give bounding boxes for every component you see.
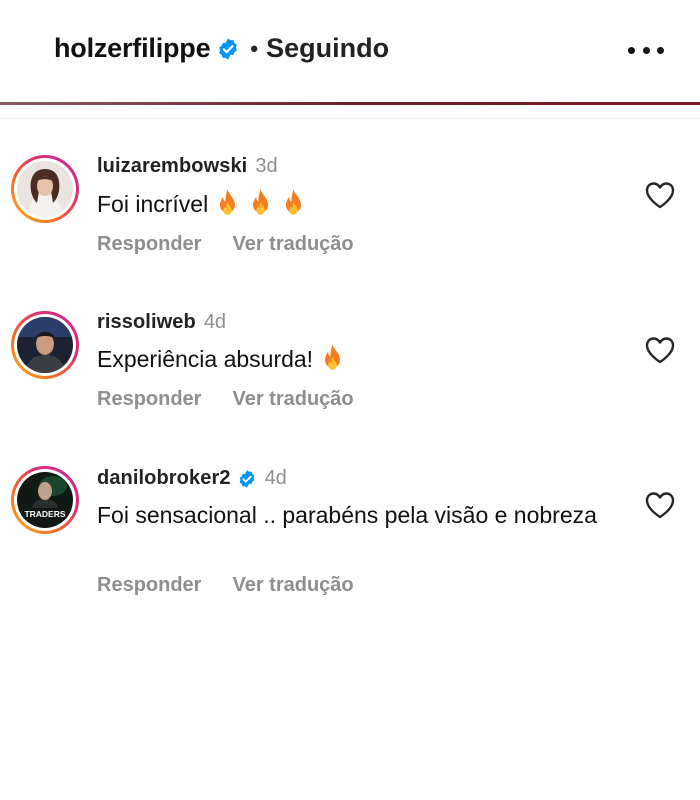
- more-dot: [657, 46, 664, 54]
- heart-icon[interactable]: [644, 180, 676, 210]
- see-translation-button[interactable]: Ver tradução: [232, 388, 353, 411]
- avatar-story-ring[interactable]: [11, 311, 79, 379]
- comment-actions: Responder Ver tradução: [97, 388, 385, 411]
- comment-text: Experiência absurda!: [97, 346, 314, 372]
- comment-time: 4d: [264, 467, 287, 489]
- comment-text: Foi incrível: [97, 191, 209, 217]
- comment-body: Foi sensacional .. parabéns pela visão e…: [97, 500, 597, 530]
- header-username[interactable]: holzerfilippe: [54, 33, 211, 64]
- comment-username[interactable]: rissoliweb: [97, 311, 196, 334]
- comment-text: Foi sensacional .. parabéns pela visão e…: [97, 502, 597, 528]
- header-divider: [0, 102, 700, 105]
- more-dot: [642, 46, 650, 54]
- header-title: holzerfilippe • Seguindo: [54, 33, 389, 64]
- reply-button[interactable]: Responder: [97, 574, 201, 597]
- header-separator: •: [250, 35, 259, 61]
- verified-badge-icon: [219, 38, 238, 60]
- reply-button[interactable]: Responder: [97, 233, 201, 256]
- avatar-story-ring[interactable]: TRADERS: [11, 466, 79, 534]
- fire-emoji-icon: [286, 189, 302, 215]
- comment-username[interactable]: luizarembowski: [97, 155, 247, 178]
- avatar: TRADERS: [17, 472, 73, 528]
- fire-emoji-icon: [253, 189, 269, 215]
- avatar-brand-text: TRADERS: [24, 509, 65, 519]
- comment-actions: Responder Ver tradução: [97, 233, 385, 256]
- more-dot: [628, 46, 635, 54]
- comment-meta: luizarembowski 3d: [97, 155, 278, 178]
- avatar: [17, 317, 73, 373]
- comment-username[interactable]: danilobroker2: [97, 467, 231, 490]
- section-divider: [0, 118, 700, 119]
- see-translation-button[interactable]: Ver tradução: [232, 233, 353, 256]
- avatar: [17, 161, 73, 217]
- verified-badge-icon: [239, 469, 254, 488]
- see-translation-button[interactable]: Ver tradução: [232, 574, 353, 597]
- more-options-icon[interactable]: [628, 41, 664, 59]
- following-button[interactable]: Seguindo: [266, 33, 389, 64]
- comment-time: 3d: [255, 155, 278, 177]
- fire-emoji-icon: [325, 344, 341, 370]
- comment-time: 4d: [203, 311, 227, 333]
- comment-body: Foi incrível: [97, 188, 597, 219]
- reply-button[interactable]: Responder: [97, 388, 201, 411]
- comment-actions: Responder Ver tradução: [97, 574, 385, 597]
- fire-emoji-icon: [220, 189, 236, 215]
- comment-meta: rissoliweb 4d: [97, 311, 226, 334]
- avatar-story-ring[interactable]: [11, 155, 79, 223]
- heart-icon[interactable]: [644, 490, 676, 520]
- heart-icon[interactable]: [644, 335, 676, 365]
- comment-meta: danilobroker2 4d: [97, 467, 287, 490]
- post-header: holzerfilippe • Seguindo: [0, 0, 700, 105]
- comment-body: Experiência absurda!: [97, 343, 597, 374]
